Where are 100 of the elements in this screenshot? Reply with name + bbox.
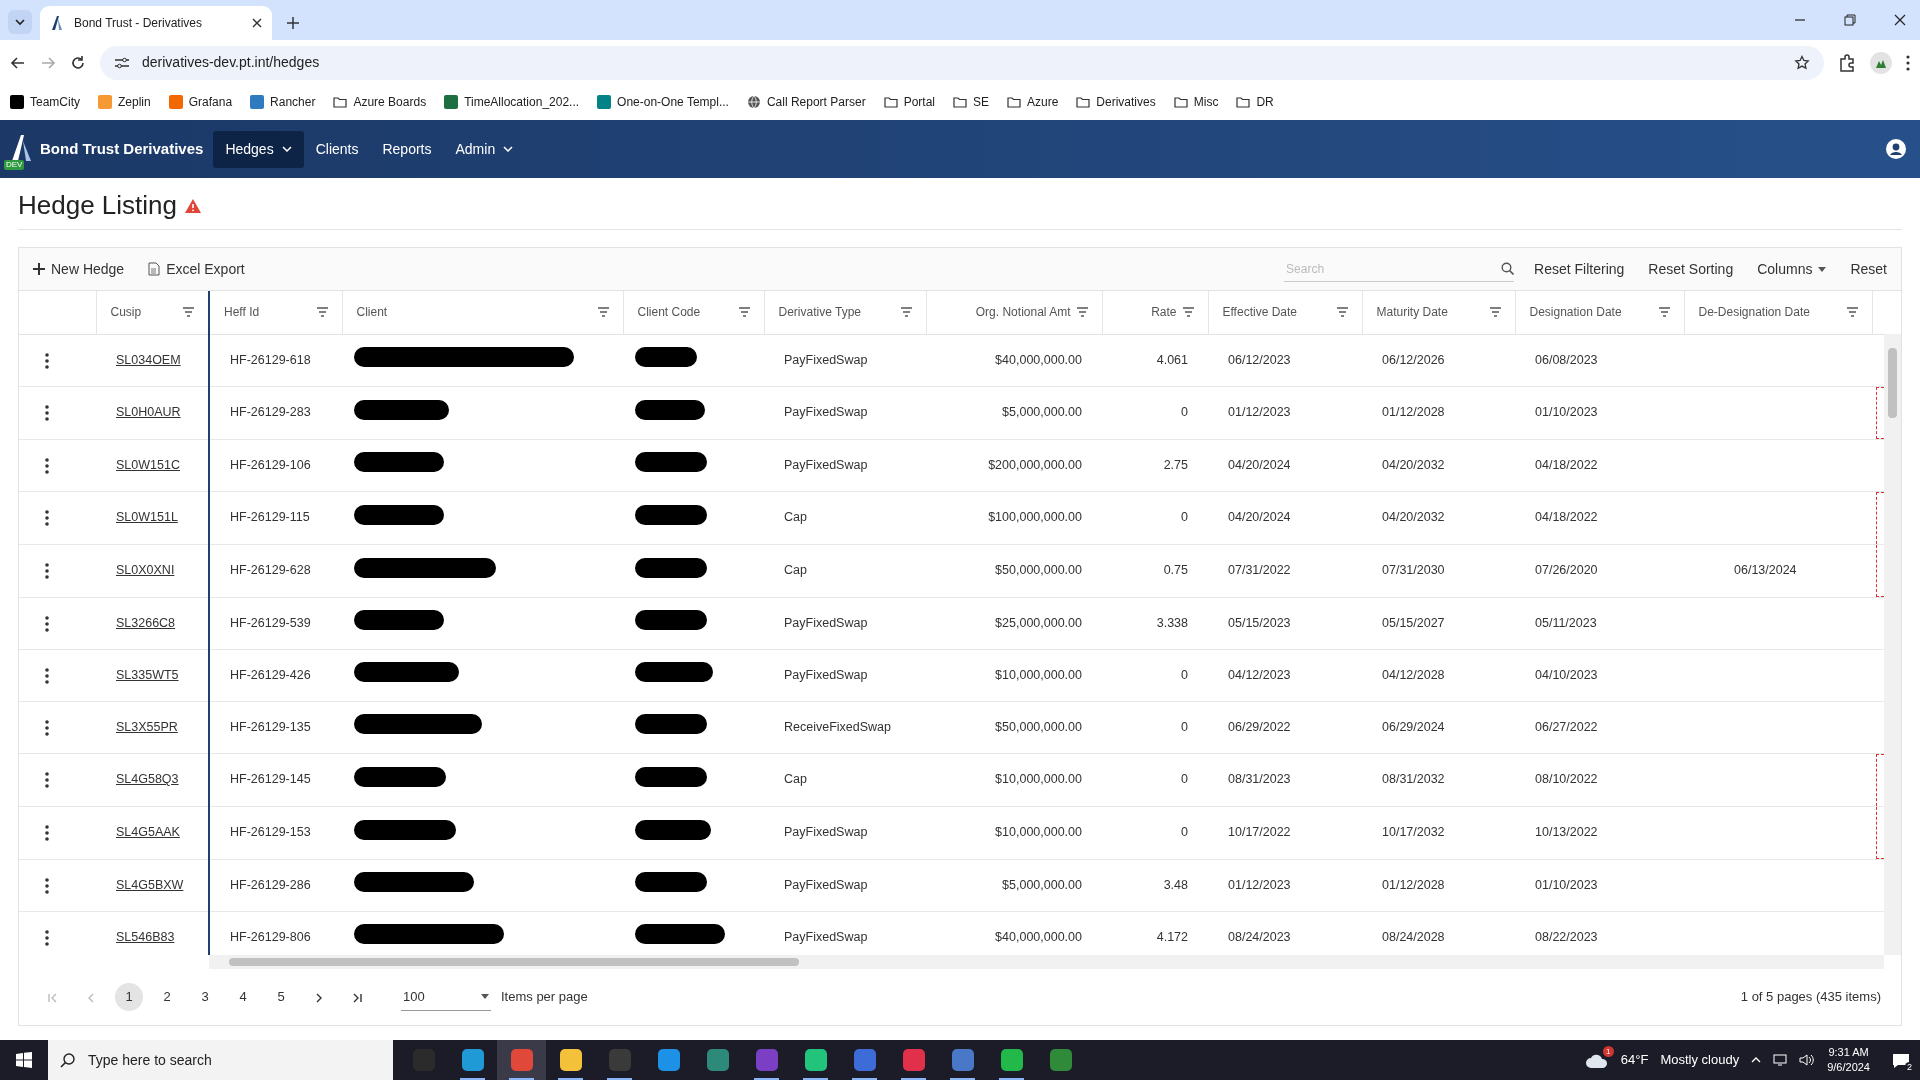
cusip-link[interactable]: SL0X0XNI (116, 563, 175, 578)
table-cell: HF-26129-283 (209, 386, 342, 440)
bookmark-link[interactable]: Portal (883, 92, 935, 111)
cusip-link[interactable]: SL0H0AUR (116, 405, 181, 420)
toolbar-button[interactable]: Excel Export (144, 258, 249, 280)
bookmark-link[interactable]: TimeAllocation_202... (444, 92, 580, 111)
extensions-icon[interactable] (1838, 53, 1856, 72)
table-cell: HF-26129-539 (209, 597, 342, 650)
volume-icon[interactable] (1799, 1054, 1816, 1066)
user-icon[interactable] (1886, 139, 1906, 159)
column-header[interactable]: Client (356, 303, 388, 322)
reload-icon[interactable] (70, 54, 86, 71)
restore-icon[interactable] (1844, 14, 1856, 26)
filter-icon[interactable] (1336, 307, 1348, 318)
filter-icon[interactable] (316, 307, 328, 318)
column-header[interactable]: Cusip (110, 303, 142, 322)
column-header[interactable]: Effective Date (1222, 303, 1297, 322)
back-icon[interactable] (10, 54, 26, 71)
column-header[interactable]: Derivative Type (778, 303, 861, 322)
column-header[interactable]: Maturity Date (1376, 303, 1448, 322)
chevron-icon[interactable] (8, 10, 32, 34)
cusip-link[interactable]: SL0W151C (116, 457, 180, 472)
notifications-icon[interactable] (1892, 1052, 1910, 1069)
table-cell: 0 (1102, 491, 1208, 545)
filter-icon[interactable] (597, 307, 609, 318)
table-cell: $100,000,000.00 (926, 491, 1102, 545)
toolbar-button[interactable]: Reset (1846, 258, 1891, 280)
page-size-select[interactable]: 100 (401, 982, 491, 1012)
page-button[interactable]: 4 (229, 983, 257, 1012)
column-header[interactable]: Heff Id (224, 303, 260, 322)
table-cell: 08/10/2022 (1515, 753, 1684, 807)
filter-icon[interactable] (183, 307, 194, 318)
nav-item[interactable]: Clients (303, 130, 371, 168)
cusip-link[interactable]: SL4G5BXW (116, 877, 184, 892)
star-icon[interactable] (1794, 54, 1810, 71)
scrollbar[interactable] (209, 955, 1884, 970)
windows-icon[interactable] (16, 1052, 32, 1068)
table-cell: HF-26129-145 (209, 753, 342, 807)
network-icon[interactable] (1773, 1054, 1788, 1066)
bookmark-link[interactable]: Azure Boards (333, 92, 427, 111)
toolbar-button[interactable]: Reset Filtering (1530, 258, 1629, 280)
scrollbar-thumb[interactable] (229, 958, 799, 967)
bookmark-link[interactable]: Rancher (250, 92, 316, 111)
toolbar-button[interactable]: Reset Sorting (1644, 258, 1738, 280)
bookmark-link[interactable]: Azure (1007, 92, 1059, 111)
column-header[interactable]: Org. Notional Amt (975, 303, 1071, 322)
filter-icon[interactable] (1489, 307, 1501, 318)
more-icon (45, 352, 49, 369)
page-button[interactable]: 3 (191, 983, 219, 1012)
column-header[interactable]: Client Code (637, 303, 701, 322)
cusip-link[interactable]: SL4G58Q3 (116, 772, 179, 787)
bookmark-link[interactable]: Grafana (168, 92, 233, 111)
filter-icon[interactable] (1846, 307, 1858, 318)
nav-item[interactable]: Admin (443, 130, 526, 168)
cusip-link[interactable]: SL335WT5 (116, 667, 179, 682)
close-icon[interactable] (252, 18, 262, 28)
filter-icon[interactable] (1076, 307, 1088, 318)
cusip-link[interactable]: SL4G5AAK (116, 825, 180, 840)
scrollbar[interactable] (1884, 334, 1901, 956)
taskbar-search-field[interactable]: Type here to search (48, 1040, 393, 1080)
cusip-link[interactable]: SL546B83 (116, 929, 175, 944)
toolbar-button[interactable]: New Hedge (29, 258, 129, 280)
nav-item[interactable]: Hedges (213, 130, 304, 168)
page-button[interactable]: 2 (153, 983, 181, 1012)
bookmark-link[interactable]: TeamCity (10, 92, 80, 111)
profile-avatar-icon[interactable] (1870, 51, 1892, 74)
plus-icon[interactable] (286, 16, 300, 30)
bookmark-link[interactable]: Derivatives (1076, 92, 1156, 111)
page-button[interactable]: 1 (115, 983, 143, 1012)
filter-icon[interactable] (1658, 307, 1670, 318)
cusip-link[interactable]: SL3266C8 (116, 615, 176, 630)
close-icon[interactable] (1894, 14, 1906, 26)
search-field[interactable]: Search (1284, 258, 1502, 279)
browser-tab[interactable]: Bond Trust - Derivatives (40, 6, 272, 40)
page-button[interactable]: 5 (267, 983, 295, 1012)
bookmark-link[interactable]: SE (953, 92, 989, 111)
bookmark-link[interactable]: Zeplin (98, 92, 151, 111)
table-cell: 3.48 (1102, 859, 1208, 912)
filter-icon[interactable] (900, 307, 912, 318)
filter-icon[interactable] (1182, 307, 1194, 318)
search-icon (1501, 262, 1515, 276)
bookmark-link[interactable]: One-on-One Templ... (597, 92, 729, 111)
scrollbar-thumb[interactable] (1888, 348, 1897, 419)
bookmark-link[interactable]: Misc (1173, 92, 1219, 111)
column-header[interactable]: De-Designation Date (1698, 303, 1810, 322)
cusip-link[interactable]: SL0W151L (116, 510, 178, 525)
toolbar-button[interactable]: Columns (1753, 258, 1831, 280)
column-header[interactable]: Rate (1151, 303, 1177, 322)
cusip-link[interactable]: SL3X55PR (116, 719, 178, 734)
bookmark-link[interactable]: DR (1236, 92, 1274, 111)
table-cell: 04/20/2024 (1208, 491, 1362, 545)
more-icon[interactable] (1906, 54, 1910, 71)
cusip-link[interactable]: SL034OEM (116, 352, 181, 367)
nav-item[interactable]: Reports (370, 130, 444, 168)
column-header[interactable]: Designation Date (1529, 303, 1622, 322)
taskbar-app-button[interactable] (497, 1040, 546, 1080)
address-field[interactable]: derivatives-dev.pt.int/hedges (100, 45, 1824, 80)
bookmark-link[interactable]: Call Report Parser (746, 92, 866, 111)
filter-icon[interactable] (738, 307, 750, 318)
chevron-up-icon[interactable] (1751, 1057, 1762, 1063)
